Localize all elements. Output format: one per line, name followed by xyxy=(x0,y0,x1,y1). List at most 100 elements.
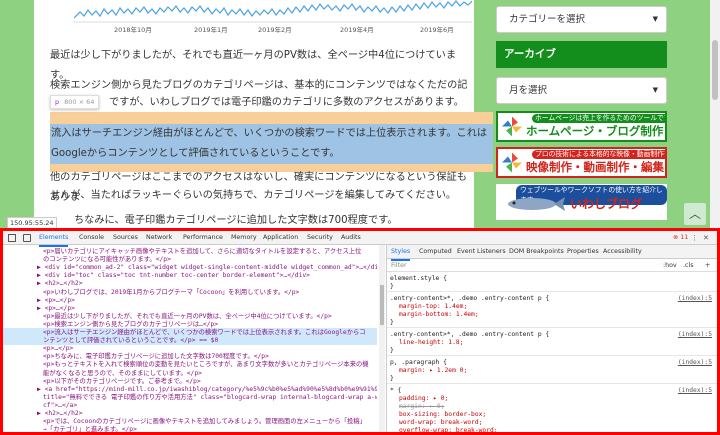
close-icon[interactable]: ✕ xyxy=(703,231,709,245)
tab-network[interactable]: Network xyxy=(146,231,172,245)
tab-memory[interactable]: Memory xyxy=(231,231,257,245)
sardine-icon xyxy=(508,197,565,211)
highlighted-paragraph[interactable]: 流入はサーチエンジン経由がほとんどで、いくつかの検索ワードでは上位表示されます。… xyxy=(50,124,493,164)
month-select-value: 月を選択 xyxy=(509,85,548,96)
paragraph-line: せんが、当たればラッキーぐらいの気持ちで、カテゴリページを編集してみてください。 xyxy=(50,190,457,201)
style-rule-selector[interactable]: * { (index):5 xyxy=(387,387,717,395)
scrollbar-thumb[interactable] xyxy=(712,40,718,100)
scroll-to-top-button[interactable]: ︿ xyxy=(684,203,706,225)
tab-sources[interactable]: Sources xyxy=(113,231,138,245)
tab-accessibility[interactable]: Accessibility xyxy=(603,245,642,259)
sidebar: カテゴリーを選択 ▼ アーカイブ 月を選択 ▼ ホームページは売上を作るためのツ… xyxy=(490,0,676,228)
style-rule-selector[interactable]: .entry-content>*, .demo .entry-content p… xyxy=(387,331,717,339)
property-text: line-height: 1.8; xyxy=(399,339,464,346)
style-rule-selector[interactable]: .entry-content>*, .demo .entry-content p… xyxy=(387,295,717,303)
selector-text: .entry-content>*, .demo .entry-content p… xyxy=(390,331,550,338)
style-rule-selector[interactable]: p, .paragraph { (index):5 xyxy=(387,359,717,367)
filter-input[interactable]: Filter xyxy=(391,262,407,269)
paragraph: ちなみに、電子印鑑カテゴリページに追加した文字数は700程度です。 xyxy=(74,215,398,226)
style-property[interactable]: margin-bottom: 1.4em; xyxy=(387,311,717,319)
iwashi-blog-banner[interactable]: ウェブツールやワークソフトの使い方を紹介します いわしブログ xyxy=(496,184,667,220)
styles-tabbar: Styles Computed Event Listeners DOM Brea… xyxy=(387,245,717,261)
style-property[interactable]: line-height: 1.8; xyxy=(387,339,717,347)
tooltip-size: 800 × 64 xyxy=(64,98,95,106)
selector-text: p, .paragraph { xyxy=(390,359,447,366)
device-toolbar-icon[interactable] xyxy=(23,234,31,242)
selector-text: element.style { xyxy=(390,275,447,282)
styles-filter[interactable]: Filter :hov .cls + xyxy=(387,259,717,272)
banner-title: ホームページ・ブログ制作 xyxy=(526,124,664,138)
selector-text: .entry-content>*, .demo .entry-content p… xyxy=(390,295,550,302)
rule-separator xyxy=(387,383,717,384)
video-production-banner[interactable]: プロの技術による本格的な映像・動画制作を 映像制作・動画制作・編集 xyxy=(496,147,667,178)
banner-title: 映像制作・動画制作・編集 xyxy=(526,160,664,174)
month-select[interactable]: 月を選択 ▼ xyxy=(496,77,667,104)
styles-pane: Styles Computed Event Listeners DOM Brea… xyxy=(386,245,717,434)
hov-toggle[interactable]: :hov xyxy=(663,259,677,272)
style-property[interactable]: padding: ▸ 0; xyxy=(387,395,717,403)
page-scrollbar[interactable] xyxy=(710,0,720,228)
dom-node-line[interactable]: →「カテゴリ」と進みます。</p> xyxy=(3,425,377,432)
property-text: word-wrap: break-word; xyxy=(399,419,483,426)
homepage-blog-banner[interactable]: ホームページは売上を作るためのツールです ホームページ・ブログ制作 xyxy=(496,111,667,142)
source-link[interactable]: (index):5 xyxy=(678,331,712,339)
property-text: padding: ▸ 0; xyxy=(399,395,449,402)
rule-separator xyxy=(387,355,717,356)
tab-event-listeners[interactable]: Event Listeners xyxy=(457,245,506,259)
selector-text: * { xyxy=(390,387,402,394)
web-page: 2018年10月 2019年1月 2019年2月 2019年4月 2019年6月… xyxy=(0,0,720,228)
highlight-margin-top xyxy=(50,112,493,124)
tab-security[interactable]: Security xyxy=(307,231,333,245)
style-property[interactable]: word-wrap: break-word; xyxy=(387,419,717,427)
property-text: margin: ▸ 1.2em 0; xyxy=(399,367,468,374)
x-tick: 2019年6月 xyxy=(420,26,454,34)
x-tick: 2019年2月 xyxy=(258,26,292,34)
elements-scrollbar[interactable] xyxy=(379,245,385,432)
x-tick: 2019年4月 xyxy=(340,26,374,34)
tab-computed[interactable]: Computed xyxy=(419,245,452,259)
rule-close-brace: } xyxy=(390,319,394,326)
rule-separator xyxy=(387,291,717,292)
category-select[interactable]: カテゴリーを選択 ▼ xyxy=(496,6,667,33)
style-property[interactable]: overflow-wrap: break-word; xyxy=(387,427,717,434)
more-options-icon[interactable]: ⋮ xyxy=(691,231,698,245)
style-rule-selector[interactable]: element.style { xyxy=(387,275,717,283)
tab-properties[interactable]: Properties xyxy=(567,245,599,259)
elements-tree: <p>届いカテゴリにアイキャッチ画像やテキストを追加して、さらに適切なタイトルを… xyxy=(3,245,377,432)
new-rule-button[interactable]: + xyxy=(705,259,710,272)
highlighted-line: Googleからコンテンツとして評価されているということです。 xyxy=(51,148,340,159)
devtools-tabbar: Elements Console Sources Network Perform… xyxy=(3,231,717,247)
style-property[interactable]: box-sizing: border-box; xyxy=(387,411,717,419)
source-link[interactable]: (index):5 xyxy=(678,295,712,303)
style-property[interactable]: margin-top: 1.4em; xyxy=(387,303,717,311)
scrollbar-thumb[interactable] xyxy=(380,285,384,325)
property-text: margin: ▸ 0; xyxy=(399,403,445,410)
tab-dom-breakpoints[interactable]: DOM Breakpoints xyxy=(509,245,564,259)
tab-application[interactable]: Application xyxy=(263,231,298,245)
style-property[interactable]: margin: ▸ 1.2em 0; xyxy=(387,367,717,375)
pinwheel-icon xyxy=(502,152,522,173)
chevron-down-icon: ▼ xyxy=(652,86,658,94)
x-tick: 2018年10月 xyxy=(114,26,152,34)
tab-performance[interactable]: Performance xyxy=(183,231,223,245)
source-link[interactable]: (index):5 xyxy=(678,359,712,367)
coordinate-readout: 150.95:55.24 xyxy=(7,217,57,228)
banner-title: いわしブログ xyxy=(570,197,643,211)
article-main: 2018年10月 2019年1月 2019年2月 2019年4月 2019年6月… xyxy=(34,0,493,228)
chart-x-axis: 2018年10月 2019年1月 2019年2月 2019年4月 2019年6月 xyxy=(74,24,472,34)
x-tick: 2019年1月 xyxy=(194,26,228,34)
rule-close-brace: } xyxy=(390,283,394,290)
error-count-badge[interactable]: ⊗ 11 xyxy=(673,231,688,245)
cls-toggle[interactable]: .cls xyxy=(683,259,694,272)
tab-console[interactable]: Console xyxy=(79,231,104,245)
property-text: overflow-wrap: break-word; xyxy=(399,427,498,434)
source-link[interactable]: (index):5 xyxy=(678,387,712,395)
banner-caption: プロの技術による本格的な映像・動画制作を xyxy=(532,150,665,159)
rule-close-brace: } xyxy=(390,347,394,354)
inspect-tooltip: p 800 × 64 xyxy=(50,95,100,109)
property-text: box-sizing: border-box; xyxy=(399,411,487,418)
style-property[interactable]: margin: ▸ 0; xyxy=(387,403,717,411)
category-select-value: カテゴリーを選択 xyxy=(509,14,586,25)
inspect-icon[interactable] xyxy=(8,234,16,242)
tab-audits[interactable]: Audits xyxy=(341,231,361,245)
